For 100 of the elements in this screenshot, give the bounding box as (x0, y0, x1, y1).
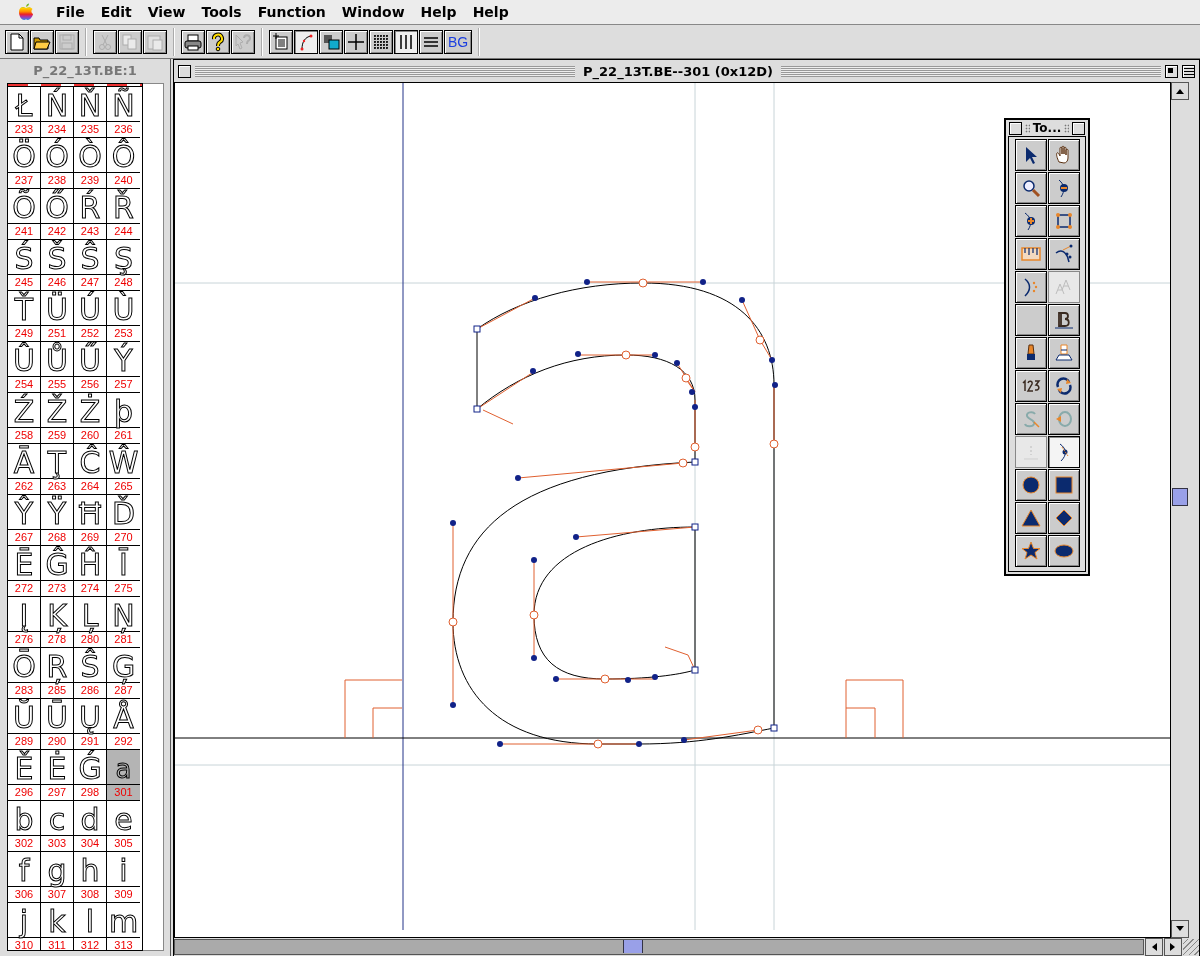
glyph-cell[interactable]: b (8, 801, 40, 835)
tool-button[interactable] (1015, 205, 1047, 237)
glyph-cell[interactable]: Ź (8, 393, 40, 427)
toolbar-button[interactable] (269, 29, 293, 54)
toolbar-button[interactable] (30, 29, 54, 54)
tool-button[interactable] (1015, 271, 1047, 303)
menu-item[interactable]: Help (464, 4, 517, 20)
tool-button[interactable] (1048, 535, 1080, 567)
close-box[interactable] (178, 64, 191, 78)
tool-button[interactable] (1015, 172, 1047, 204)
left-sidebearing-marker[interactable] (344, 679, 403, 739)
glyph-cell[interactable]: Š (41, 240, 73, 274)
tool-button[interactable] (1048, 337, 1080, 369)
glyph-cell[interactable]: Û (8, 342, 40, 376)
tool-button[interactable] (1015, 469, 1047, 501)
glyph-cell[interactable]: Ŕ (74, 189, 106, 223)
tool-button[interactable] (1048, 172, 1080, 204)
menu-item[interactable]: Help (412, 4, 465, 20)
glyph-cell[interactable]: i (107, 852, 140, 886)
tool-button[interactable] (1015, 304, 1047, 336)
glyph-cell[interactable]: Ť (8, 291, 40, 325)
right-sidebearing-marker[interactable] (845, 679, 904, 739)
glyph-cell[interactable]: Ǵ (74, 750, 106, 784)
scroll-thumb[interactable] (1172, 488, 1188, 506)
menu-item[interactable]: Tools (193, 4, 250, 20)
tool-button[interactable] (1048, 238, 1080, 270)
glyph-cell[interactable]: Ŵ (107, 444, 140, 478)
glyph-cell[interactable]: Õ (8, 189, 40, 223)
tool-button[interactable] (1048, 403, 1080, 435)
toolbar-button[interactable] (344, 29, 368, 54)
close-box[interactable] (1009, 121, 1022, 135)
toolbar-button[interactable] (5, 29, 29, 54)
glyph-cell[interactable]: Į (8, 597, 40, 631)
glyph-cell[interactable]: Ż (74, 393, 106, 427)
glyph-cell[interactable]: Ž (41, 393, 73, 427)
glyph-cell[interactable]: Ű (74, 342, 106, 376)
glyph-cell[interactable]: Å (107, 699, 140, 733)
glyph-cell[interactable]: Ď (107, 495, 140, 529)
glyph-cell[interactable]: Ù (107, 291, 140, 325)
glyph-cell[interactable]: Ŷ (8, 495, 40, 529)
glyph-cell[interactable]: þ (107, 393, 140, 427)
menu-item[interactable]: Edit (92, 4, 140, 20)
glyph-cell[interactable]: k (41, 903, 73, 937)
tool-button[interactable] (1048, 502, 1080, 534)
glyph-cell[interactable]: m (107, 903, 140, 937)
scroll-up-button[interactable] (1171, 82, 1189, 100)
glyph-cell[interactable]: g (41, 852, 73, 886)
glyph-cell[interactable]: e (107, 801, 140, 835)
tool-button[interactable] (1015, 502, 1047, 534)
glyph-cell[interactable]: Ĉ (74, 444, 106, 478)
glyph-cell[interactable]: Ö (8, 138, 40, 172)
tool-button[interactable] (1048, 469, 1080, 501)
tool-button[interactable] (1048, 370, 1080, 402)
tool-button[interactable] (1015, 337, 1047, 369)
tool-button[interactable] (1048, 304, 1080, 336)
glyph-cell[interactable]: c (41, 801, 73, 835)
scroll-left-button[interactable] (1145, 938, 1163, 956)
zoom-box[interactable] (1165, 64, 1178, 78)
glyph-cell[interactable]: Ś (8, 240, 40, 274)
toolbar-button[interactable] (181, 29, 205, 54)
glyph-cell[interactable]: Ú (74, 291, 106, 325)
glyph-cell[interactable]: Ē (8, 546, 40, 580)
glyph-cell[interactable]: Ő (41, 189, 73, 223)
scroll-right-button[interactable] (1164, 938, 1182, 956)
glyph-cell[interactable]: Ĝ (41, 546, 73, 580)
collapse-box[interactable] (1182, 64, 1195, 78)
glyph-cell[interactable]: Ÿ (41, 495, 73, 529)
glyph-cell[interactable]: d (74, 801, 106, 835)
glyph-cell[interactable]: Ü (41, 291, 73, 325)
glyph-cell[interactable]: Ŝ (74, 648, 106, 682)
glyph-cell[interactable]: Ţ (41, 444, 73, 478)
glyph-cell[interactable]: f (8, 852, 40, 886)
glyph-cell[interactable]: Ĥ (74, 546, 106, 580)
toolbar-button[interactable] (369, 29, 393, 54)
glyph-cell[interactable]: Ħ (74, 495, 106, 529)
toolbar-button[interactable] (294, 29, 318, 54)
tool-button[interactable] (1015, 535, 1047, 567)
tool-button[interactable] (1015, 139, 1047, 171)
glyph-cell[interactable]: Ō (8, 648, 40, 682)
glyph-cell[interactable]: Ş (107, 240, 140, 274)
glyph-cell[interactable]: Ė (41, 750, 73, 784)
glyph-outline-drawing[interactable] (448, 278, 779, 749)
collapse-box[interactable] (1072, 121, 1085, 135)
glyph-cell[interactable]: Ř (107, 189, 140, 223)
menu-item[interactable]: Function (249, 4, 334, 20)
tool-button[interactable] (1048, 205, 1080, 237)
glyph-cell[interactable]: Ł (8, 87, 40, 121)
glyph-cell[interactable]: Ā (8, 444, 40, 478)
glyph-cell[interactable]: Ě (8, 750, 40, 784)
glyph-cell[interactable]: Ŝ (74, 240, 106, 274)
glyph-cell[interactable]: Ň (74, 87, 106, 121)
background-toggle-button[interactable]: BG (444, 29, 472, 54)
tool-button[interactable] (1015, 370, 1047, 402)
glyph-cell[interactable]: Ñ (107, 87, 140, 121)
glyph-cell[interactable]: Ń (41, 87, 73, 121)
glyph-cell[interactable]: Ó (41, 138, 73, 172)
menu-item[interactable]: View (139, 4, 194, 20)
glyph-cell[interactable]: Ý (107, 342, 140, 376)
glyph-cell[interactable]: Ò (74, 138, 106, 172)
tool-button[interactable] (1015, 238, 1047, 270)
